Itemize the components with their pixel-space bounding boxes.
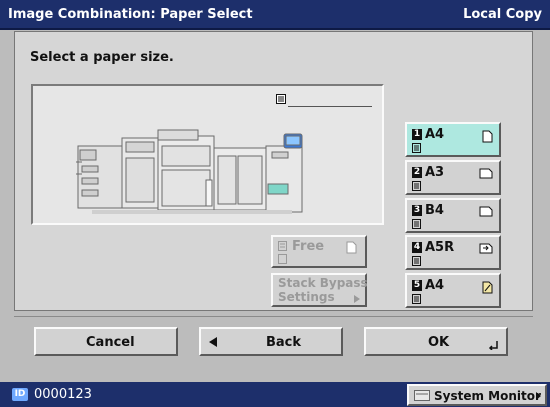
tray-icon xyxy=(412,256,421,266)
landscape-rotated-paper-icon xyxy=(479,243,493,254)
cancel-button[interactable]: Cancel xyxy=(34,327,178,356)
ok-label: OK xyxy=(428,335,450,350)
bottom-divider xyxy=(14,316,533,317)
paper-button-5[interactable]: 5 A4 xyxy=(405,273,501,308)
tray-icon xyxy=(412,143,421,153)
paper-button-2[interactable]: 2 A3 xyxy=(405,160,501,195)
paper-size-3: B4 xyxy=(425,203,444,218)
tray-icon xyxy=(276,94,286,104)
landscape-paper-icon xyxy=(479,206,493,217)
arrow-left-icon xyxy=(209,337,217,347)
system-monitor-button[interactable]: System Monitor xyxy=(407,384,547,406)
tray-icon xyxy=(278,241,287,251)
tray-icon xyxy=(278,254,287,264)
free-label: Free xyxy=(292,239,325,254)
landscape-paper-icon xyxy=(479,168,493,179)
paper-button-1[interactable]: 1 A4 xyxy=(405,122,501,157)
portrait-paper-icon xyxy=(346,241,357,254)
cancel-label: Cancel xyxy=(86,335,135,350)
id-badge: ID xyxy=(12,388,28,401)
paper-size-1: A4 xyxy=(425,127,445,142)
paper-number-4: 4 xyxy=(412,242,422,253)
instruction-text: Select a paper size. xyxy=(30,50,174,65)
monitor-icon xyxy=(414,390,430,401)
enter-icon xyxy=(488,341,498,350)
paper-number-3: 3 xyxy=(412,205,422,216)
paper-number-2: 2 xyxy=(412,167,422,178)
department-id: 0000123 xyxy=(34,387,92,402)
paper-number-5: 5 xyxy=(412,280,422,291)
paper-size-2: A3 xyxy=(425,165,445,180)
tray-icon xyxy=(412,181,421,191)
printer-machine-illustration xyxy=(76,129,303,214)
system-monitor-label: System Monitor xyxy=(434,389,541,403)
screen-title: Image Combination: Paper Select xyxy=(8,7,253,22)
paper-size-5: A4 xyxy=(425,278,445,293)
colored-portrait-paper-icon xyxy=(482,281,493,294)
tray-icon xyxy=(412,294,421,304)
paper-size-4: A5R xyxy=(425,240,455,255)
ok-button[interactable]: OK xyxy=(364,327,508,356)
stack-bypass-label-line2: Settings xyxy=(278,290,335,304)
stack-bypass-settings-button[interactable]: Stack Bypass Settings xyxy=(271,273,368,307)
portrait-paper-icon xyxy=(482,130,493,143)
stack-bypass-label-line1: Stack Bypass xyxy=(278,276,368,290)
back-button[interactable]: Back xyxy=(199,327,343,356)
preview-divider xyxy=(288,106,372,107)
paper-button-4[interactable]: 4 A5R xyxy=(405,235,501,270)
paper-button-3[interactable]: 3 B4 xyxy=(405,198,501,233)
free-button[interactable]: Free xyxy=(271,235,367,268)
back-label: Back xyxy=(266,335,302,350)
arrow-right-icon xyxy=(536,392,541,400)
mode-label: Local Copy xyxy=(463,7,542,22)
arrow-right-icon xyxy=(354,295,360,303)
title-bar: Image Combination: Paper Select Local Co… xyxy=(0,0,550,30)
tray-icon xyxy=(412,219,421,229)
paper-number-1: 1 xyxy=(412,129,422,140)
